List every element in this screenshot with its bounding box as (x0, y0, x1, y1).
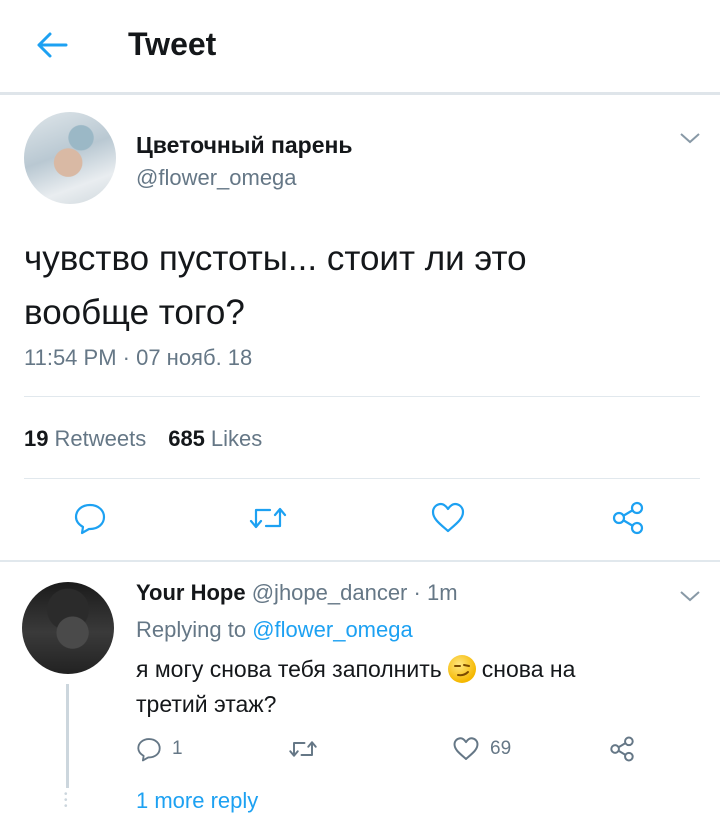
app-header (0, 0, 720, 92)
retweet-icon (249, 507, 287, 529)
reply-text: я могу снова тебя заполнить снова на трет… (136, 652, 696, 722)
more-replies-link[interactable]: 1 more reply (136, 788, 258, 814)
retweets-label: Retweets (54, 426, 147, 451)
reply-text-line: я могу снова тебя заполнить снова на (136, 652, 696, 687)
reply-header: Your Hope @jhope_dancer · 1m (136, 580, 458, 606)
thread-dots: • • • (64, 789, 68, 812)
page-title: Tweet (128, 26, 217, 62)
like-icon (453, 737, 479, 760)
share-icon (610, 736, 634, 762)
reply-author-avatar[interactable] (22, 582, 114, 674)
reply-text-part: снова на (481, 656, 576, 682)
share-icon (612, 501, 644, 535)
author-handle[interactable]: @flower_omega (136, 165, 297, 191)
reply-retweet-button[interactable] (288, 734, 318, 764)
reply-count: 1 (172, 738, 183, 759)
divider (24, 396, 700, 397)
tweet-text: чувство пустоты... стоит ли это вообще т… (24, 232, 684, 340)
like-button[interactable] (428, 498, 468, 538)
section-divider (0, 560, 720, 562)
like-count: 69 (490, 738, 512, 759)
reply-icon (137, 738, 161, 762)
replying-to-prefix: Replying to (136, 617, 253, 642)
reply-text-part: я могу снова тебя заполнить (136, 656, 442, 682)
retweet-button[interactable] (248, 498, 288, 538)
share-button[interactable] (608, 498, 648, 538)
reply-separator: · (407, 580, 427, 605)
reply-author-name[interactable]: Your Hope (136, 580, 246, 605)
tweet-timestamp: 11:54 PM · 07 нояб. 18 (24, 345, 253, 370)
tweet-text-line: вообще того? (24, 293, 245, 332)
author-avatar[interactable] (24, 112, 116, 204)
thread-line (66, 684, 69, 788)
reply-reply-button[interactable]: 1 (136, 734, 183, 764)
tweet-text-line: чувство пустоты... стоит ли это (24, 239, 527, 278)
likes-stat[interactable]: 685 Likes (168, 426, 262, 452)
reply-time: 1m (426, 580, 458, 605)
reply-share-button[interactable] (608, 734, 636, 764)
tweet-stats: 19 Retweets 685 Likes (24, 426, 262, 452)
divider (24, 478, 700, 479)
retweet-icon (289, 741, 317, 757)
like-icon (431, 502, 465, 533)
chevron-down-icon[interactable] (678, 130, 702, 146)
retweets-count: 19 (24, 426, 49, 451)
author-name[interactable]: Цветочный парень (136, 132, 353, 159)
header-divider (0, 92, 720, 95)
replying-to: Replying to @flower_omega (136, 617, 413, 643)
reply-like-button[interactable]: 69 (452, 734, 511, 764)
reply-button[interactable] (70, 498, 110, 538)
back-arrow-icon[interactable] (34, 30, 70, 60)
replying-to-handle[interactable]: @flower_omega (252, 617, 413, 642)
reply-icon (74, 503, 106, 535)
chevron-down-icon[interactable] (678, 588, 702, 604)
likes-count: 685 (168, 426, 205, 451)
likes-label: Likes (210, 426, 263, 451)
retweets-stat[interactable]: 19 Retweets (24, 426, 146, 452)
reply-author-handle[interactable]: @jhope_dancer (252, 580, 408, 605)
smirking-face-emoji (447, 655, 476, 683)
reply-text-line: третий этаж? (136, 691, 277, 717)
